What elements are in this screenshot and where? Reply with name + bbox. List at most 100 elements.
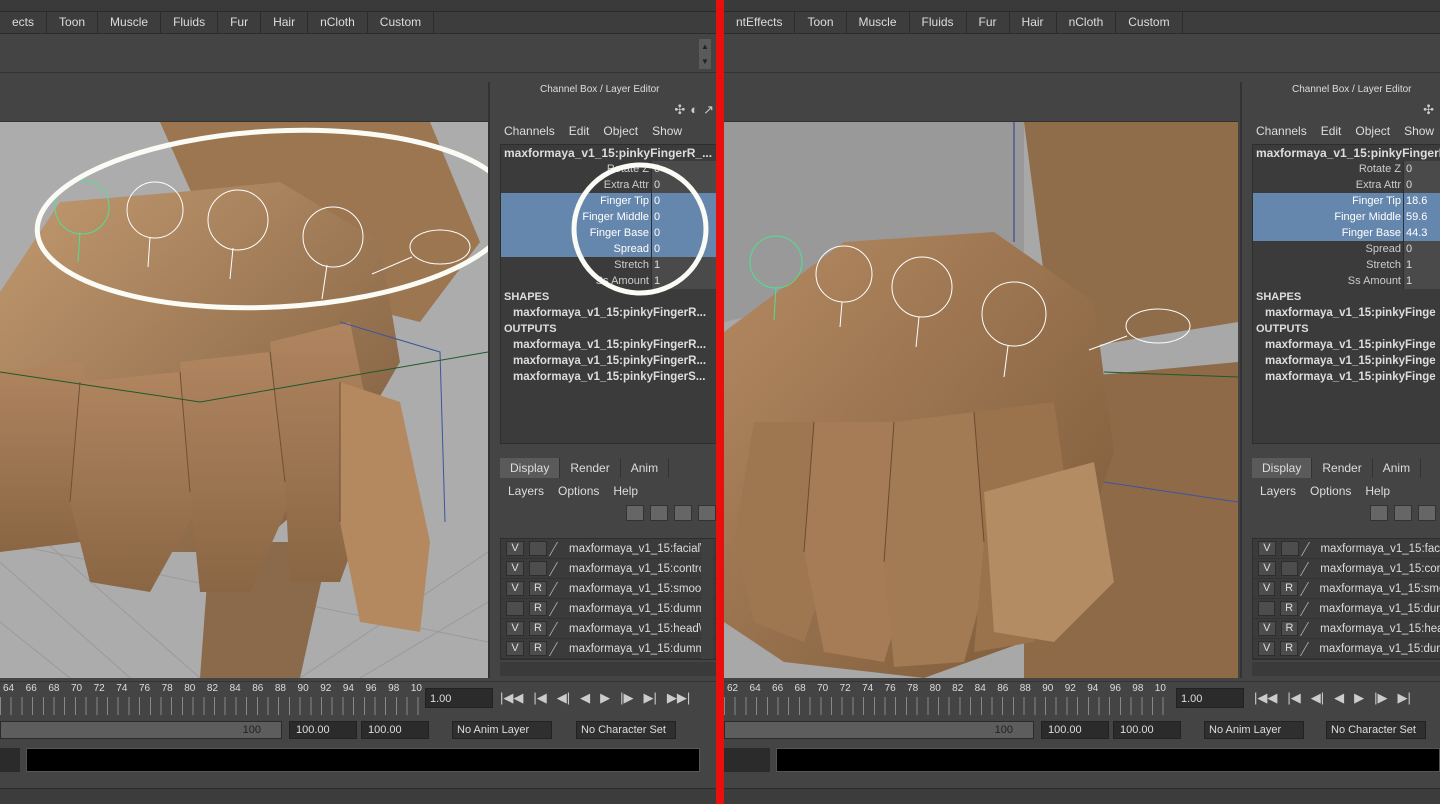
shelf-tab[interactable]: Toon <box>47 12 99 34</box>
display-type-toggle[interactable] <box>529 561 547 576</box>
step-forward-icon[interactable]: ▶| <box>644 690 657 706</box>
attr-value[interactable]: 0 <box>1403 161 1440 177</box>
layer-name[interactable]: maxformaya_v1_15:hea <box>1320 623 1440 635</box>
play-forward-icon[interactable]: ▶ <box>600 690 610 706</box>
layer-row[interactable]: V Rmaxformaya_v1_15:smoot <box>501 579 717 599</box>
layer-row[interactable]: Vmaxformaya_v1_15:contro <box>501 559 717 579</box>
attr-name[interactable]: Finger Middle <box>1253 209 1403 225</box>
attr-name[interactable]: Finger Base <box>501 225 651 241</box>
attr-spread[interactable]: Spread 0 <box>501 241 720 257</box>
menu-edit[interactable]: Edit <box>1321 124 1342 138</box>
viewport-3d-view[interactable] <box>0 122 488 678</box>
current-frame-field[interactable]: 1.00 <box>425 688 493 708</box>
axis-icon[interactable]: ✣ <box>674 102 685 118</box>
scroll-down-icon[interactable]: ▼ <box>699 54 711 69</box>
layer-row[interactable]: Vmaxformaya_v1_15:facial\ <box>501 539 717 559</box>
range-slider[interactable]: 100 <box>724 721 1034 739</box>
tab-render[interactable]: Render <box>1312 458 1373 478</box>
command-input[interactable] <box>26 748 700 772</box>
menu-channels[interactable]: Channels <box>1256 124 1307 138</box>
current-frame-field[interactable]: 1.00 <box>1176 688 1244 708</box>
attr-value[interactable]: 1 <box>1403 273 1440 289</box>
shelf-tab[interactable]: Custom <box>1116 12 1183 34</box>
output-item[interactable]: maxformaya_v1_15:pinkyFinge <box>1253 353 1440 369</box>
end-time-field[interactable]: 100.00 <box>1113 721 1181 739</box>
attr-name[interactable]: Stretch <box>501 257 651 273</box>
shelf-tab[interactable]: ntEffects <box>724 12 796 34</box>
attr-value[interactable]: 0 <box>651 193 720 209</box>
color-swatch[interactable] <box>548 601 570 616</box>
start-time-field[interactable]: 100.00 <box>289 721 357 739</box>
visibility-toggle[interactable]: V <box>506 581 524 596</box>
layer-name[interactable]: maxformaya_v1_15:dumm <box>569 603 705 615</box>
attr-name[interactable]: Finger Middle <box>501 209 651 225</box>
layer-name[interactable]: maxformaya_v1_15:faci <box>1320 543 1440 555</box>
output-item[interactable]: maxformaya_v1_15:pinkyFingerR... <box>501 337 720 353</box>
attr-name[interactable]: Extra Attr <box>501 177 651 193</box>
step-back-key-icon[interactable]: |◀ <box>533 690 546 706</box>
attr-name[interactable]: Spread <box>501 241 651 257</box>
attr-finger-base[interactable]: Finger Base 0 <box>501 225 720 241</box>
layer-name[interactable]: maxformaya_v1_15:dum <box>1319 643 1440 655</box>
move-layer-up-icon[interactable] <box>626 505 644 521</box>
color-swatch[interactable] <box>1299 581 1320 596</box>
shape-item[interactable]: maxformaya_v1_15:pinkyFingerR... <box>501 305 720 321</box>
step-back-key-icon[interactable]: |◀ <box>1287 690 1300 706</box>
play-forward-icon[interactable]: ▶ <box>1354 690 1364 706</box>
tab-anim[interactable]: Anim <box>621 458 670 478</box>
shelf-tab[interactable]: Fluids <box>161 12 219 34</box>
output-item[interactable]: maxformaya_v1_15:pinkyFingerS... <box>501 369 720 385</box>
attr-name[interactable]: Finger Tip <box>501 193 651 209</box>
visibility-toggle[interactable]: V <box>506 641 524 656</box>
color-swatch[interactable] <box>1300 561 1321 576</box>
display-type-toggle[interactable]: R <box>529 601 547 616</box>
color-swatch[interactable] <box>1300 621 1321 636</box>
display-type-toggle[interactable]: R <box>529 641 547 656</box>
layer-row[interactable]: Vmaxformaya_v1_15:faci <box>1253 539 1440 559</box>
viewport-panel[interactable] <box>0 82 488 678</box>
attr-extra-attr[interactable]: Extra Attr 0 <box>501 177 720 193</box>
layer-row[interactable]: V Rmaxformaya_v1_15:hea <box>1253 619 1440 639</box>
go-to-end-icon[interactable]: ▶▶| <box>667 690 690 706</box>
color-swatch[interactable] <box>1300 541 1321 556</box>
shelf-tab[interactable]: ects <box>0 12 48 34</box>
end-time-field[interactable]: 100.00 <box>361 721 429 739</box>
anim-layer-dropdown[interactable]: No Anim Layer <box>1204 721 1304 739</box>
color-swatch[interactable] <box>548 561 570 576</box>
attr-value[interactable]: 0 <box>651 241 720 257</box>
time-slider[interactable]: 62 64 66 68 70 72 74 76 78 80 82 84 86 88 90 92 94 96 98 10… <box>724 681 1440 715</box>
attr-value[interactable]: 1 <box>651 257 720 273</box>
shelf-tab[interactable]: Muscle <box>847 12 910 34</box>
move-layer-down-icon[interactable] <box>1394 505 1412 521</box>
attr-value[interactable]: 0 <box>1403 241 1440 257</box>
shading-icon[interactable]: ◐ <box>690 102 698 118</box>
layer-row[interactable]: V Rmaxformaya_v1_15:head\ <box>501 619 717 639</box>
attr-name[interactable]: Ss Amount <box>1253 273 1403 289</box>
display-type-toggle[interactable]: R <box>1280 641 1298 656</box>
layer-name[interactable]: maxformaya_v1_15:smo <box>1319 583 1440 595</box>
visibility-toggle[interactable] <box>506 601 524 616</box>
menu-channels[interactable]: Channels <box>504 124 555 138</box>
shelf-tab[interactable]: Muscle <box>98 12 162 34</box>
layer-name[interactable]: maxformaya_v1_15:contro <box>569 563 705 575</box>
next-key-icon[interactable]: |▶ <box>620 690 633 706</box>
display-type-toggle[interactable]: R <box>1280 581 1298 596</box>
play-backward-icon[interactable]: ◀ <box>580 690 590 706</box>
layer-row[interactable]: Vmaxformaya_v1_15:con <box>1253 559 1440 579</box>
object-name[interactable]: maxformaya_v1_15:pinkyFingerR_... <box>501 145 720 161</box>
viewport-panel[interactable] <box>724 82 1238 678</box>
shelf-tab[interactable]: Toon <box>795 12 847 34</box>
attr-value[interactable]: 1 <box>651 273 720 289</box>
attr-name[interactable]: Spread <box>1253 241 1403 257</box>
output-item[interactable]: maxformaya_v1_15:pinkyFinge <box>1253 337 1440 353</box>
layer-scrollbar[interactable] <box>701 539 713 659</box>
arrow-icon[interactable]: ↗ <box>703 102 714 118</box>
color-swatch[interactable] <box>548 621 570 636</box>
attr-finger-tip[interactable]: Finger Tip 18.6 <box>1253 193 1440 209</box>
object-name[interactable]: maxformaya_v1_15:pinkyFingerR <box>1253 145 1440 161</box>
attr-name[interactable]: Extra Attr <box>1253 177 1403 193</box>
layer-name[interactable]: maxformaya_v1_15:smoot <box>569 583 705 595</box>
attr-name[interactable]: Rotate Z <box>501 161 651 177</box>
move-layer-down-icon[interactable] <box>650 505 668 521</box>
go-to-start-icon[interactable]: |◀◀ <box>500 690 523 706</box>
